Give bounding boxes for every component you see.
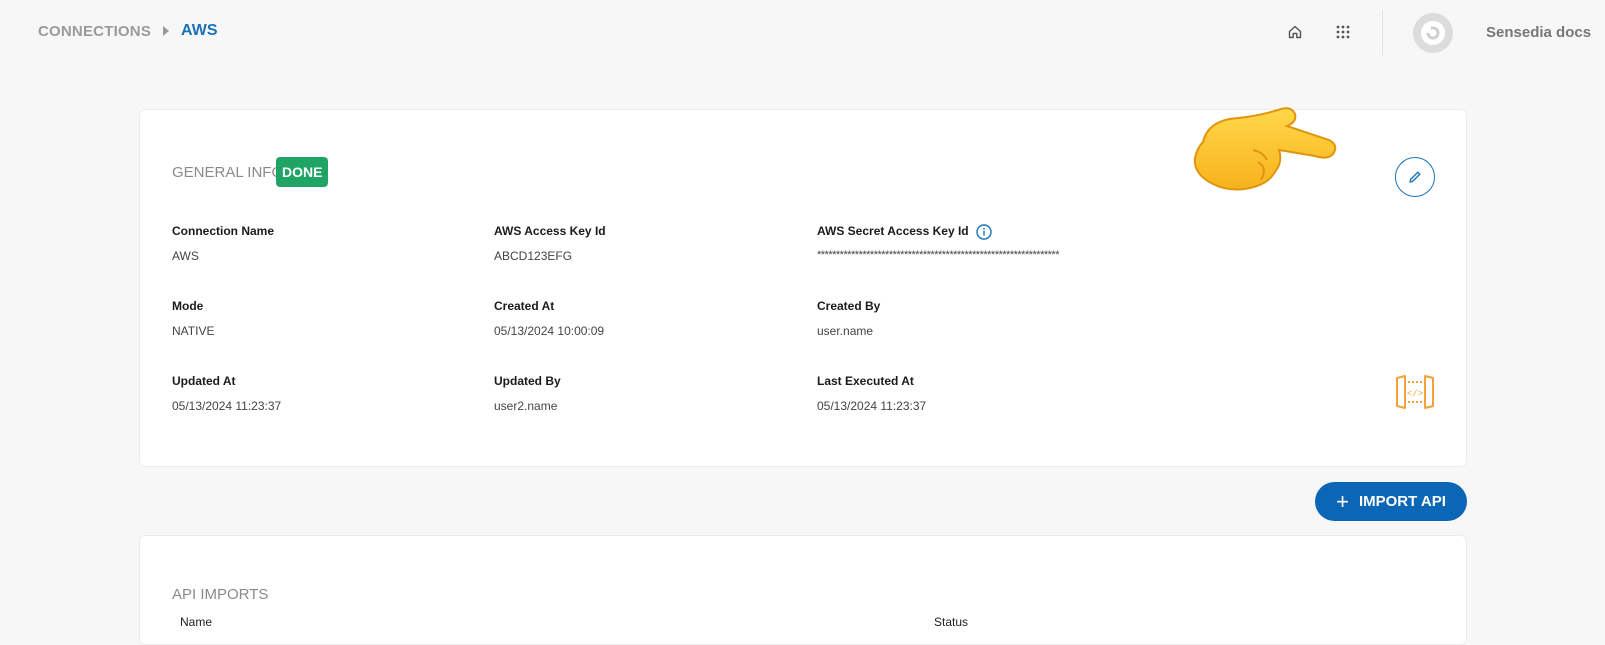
api-imports-card: API IMPORTS Name Status [139,535,1467,645]
mode-value: NATIVE [172,324,215,338]
edit-button[interactable] [1395,157,1435,197]
updated-at-label: Updated At [172,374,236,388]
created-at-label: Created At [494,299,555,313]
plus-icon: + [1336,488,1349,514]
updated-at-value: 05/13/2024 11:23:37 [172,399,282,413]
updated-by-label: Updated By [494,374,561,388]
access-key-id-value: ABCD123EFG [494,249,573,263]
info-icon[interactable] [976,224,992,240]
api-gateway-icon[interactable]: </> [1395,374,1435,410]
breadcrumb-current: AWS [181,22,218,39]
pointing-hand-icon [1183,102,1338,197]
mode-label: Mode [172,299,204,313]
breadcrumb-connections[interactable]: CONNECTIONS [38,23,151,40]
status-badge: DONE [276,157,329,187]
last-executed-at-value: 05/13/2024 11:23:37 [817,399,927,413]
general-info-card: GENERAL INFO DONE Connection Name AWS AW… [139,107,1467,467]
created-by-value: user.name [817,324,874,338]
secret-access-key-value: ****************************************… [817,249,1059,261]
secret-access-key-label-text: AWS Secret Access Key Id [817,224,969,239]
general-info-title: GENERAL INFO [172,164,284,181]
last-executed-at-label: Last Executed At [817,374,914,388]
breadcrumb: CONNECTIONS AWS [38,22,218,40]
home-icon[interactable] [1285,22,1305,42]
updated-by-value: user2.name [494,399,558,413]
brand-name[interactable]: Sensedia docs [1486,24,1591,41]
svg-text:</>: </> [1407,389,1423,399]
secret-access-key-label: AWS Secret Access Key Id [817,224,992,240]
column-header-name[interactable]: Name [180,615,212,629]
apps-grid-icon[interactable] [1333,22,1353,42]
breadcrumb-separator-icon [163,26,170,36]
import-api-label: IMPORT API [1358,493,1446,510]
import-api-button[interactable]: + IMPORT API [1315,482,1467,521]
created-by-label: Created By [817,299,881,313]
sensedia-logo-icon [1421,21,1445,45]
access-key-id-label: AWS Access Key Id [494,224,606,238]
created-at-value: 05/13/2024 10:00:09 [494,324,605,338]
top-bar: CONNECTIONS AWS Sensedia docs [0,0,1605,64]
header-divider [1382,10,1383,55]
api-imports-title: API IMPORTS [172,586,269,603]
pencil-icon [1409,171,1421,183]
connection-name-value: AWS [172,249,199,263]
column-header-status[interactable]: Status [934,615,968,629]
avatar[interactable] [1413,13,1453,53]
connection-name-label: Connection Name [172,224,275,238]
